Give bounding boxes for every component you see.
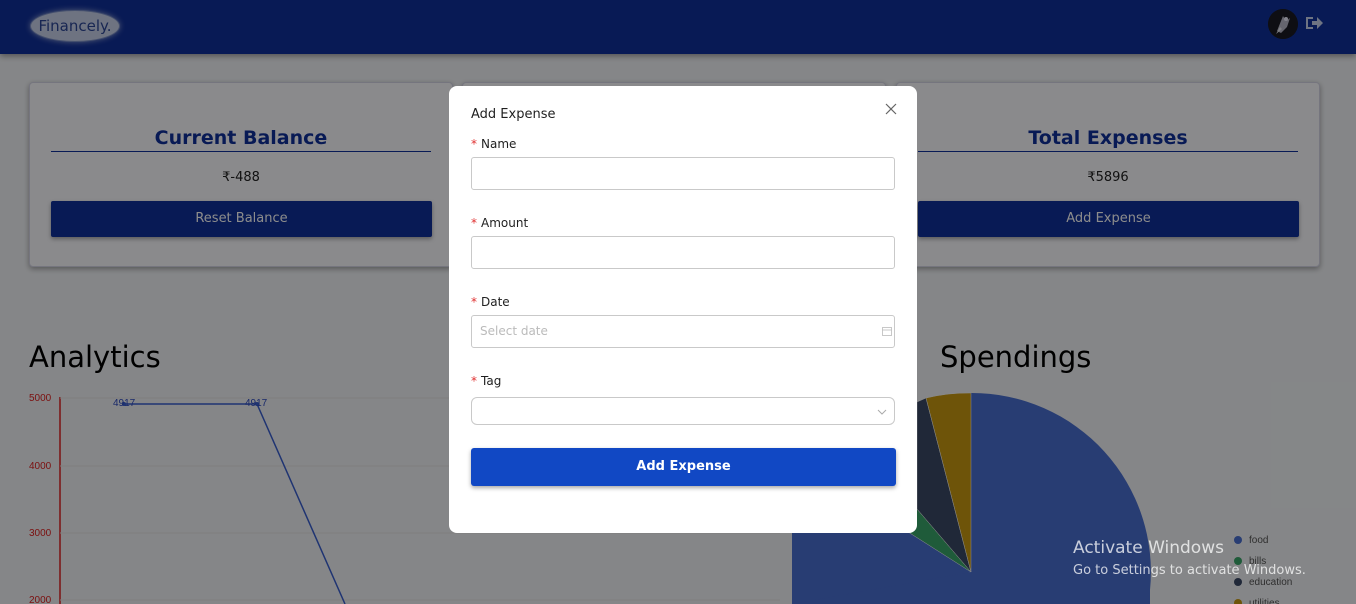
activate-windows-title: Activate Windows [1073,538,1224,558]
modal-title: Add Expense [471,107,556,122]
chevron-down-icon [877,409,887,415]
tag-label: * Tag [471,374,502,388]
name-label: * Name [471,137,517,151]
add-expense-submit-button[interactable]: Add Expense [471,448,896,486]
amount-label: * Amount [471,216,529,230]
activate-windows-subtitle: Go to Settings to activate Windows. [1073,563,1306,578]
calendar-icon [882,327,892,336]
add-expense-modal: Add Expense * Name * Amount * Date Select d… [449,86,917,533]
date-picker-input[interactable]: Select date [471,315,895,348]
tag-select[interactable] [471,397,895,425]
close-icon[interactable] [885,103,897,115]
name-input[interactable] [471,157,895,190]
date-placeholder: Select date [480,324,548,338]
amount-input[interactable] [471,236,895,269]
date-label: * Date [471,295,510,309]
